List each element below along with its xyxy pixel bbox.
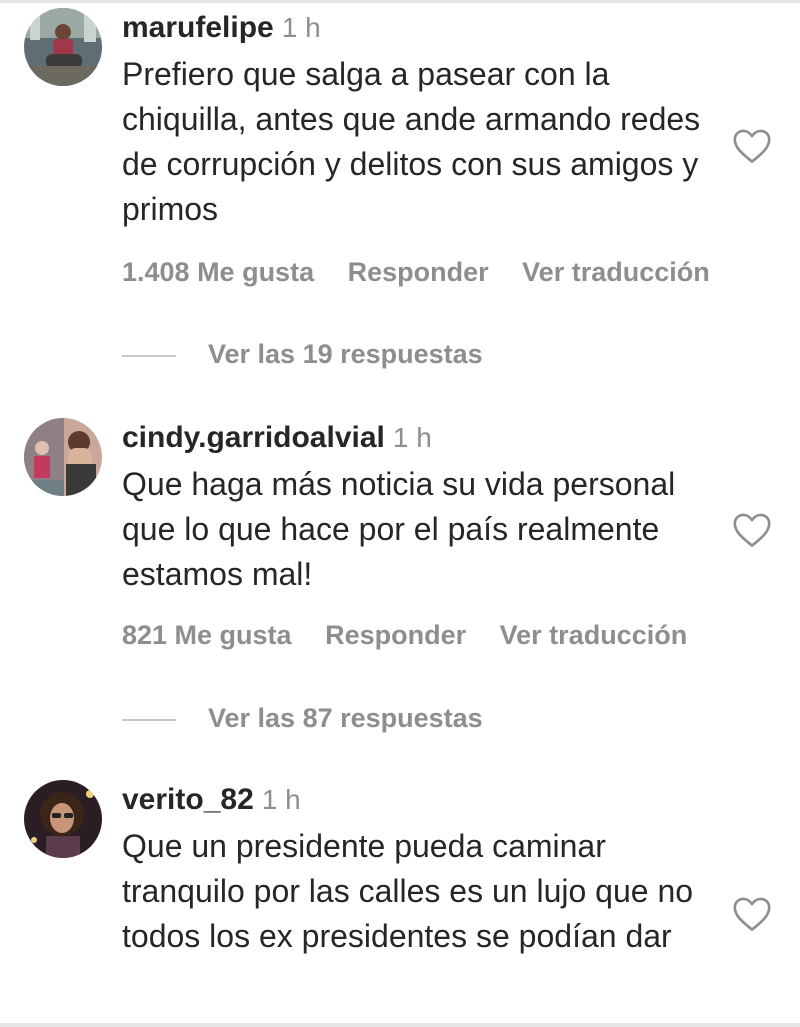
heart-outline-icon[interactable]: [732, 128, 772, 164]
avatar-photo-icon: [24, 418, 102, 496]
avatar-photo-icon: [24, 780, 102, 858]
likes-count[interactable]: 1.408 Me gusta: [122, 257, 314, 287]
replies-divider: [122, 718, 176, 721]
username[interactable]: marufelipe: [122, 11, 274, 44]
likes-count[interactable]: 821 Me gusta: [122, 620, 292, 650]
bottom-divider: [0, 1023, 800, 1027]
comment-text: Prefiero que salga a pasear con la chiqu…: [122, 56, 701, 227]
reply-button[interactable]: Responder: [348, 257, 489, 287]
avatar[interactable]: [24, 780, 102, 858]
translate-button[interactable]: Ver traducción: [500, 620, 688, 650]
comment-text: Que un presidente pueda caminar tranquil…: [122, 828, 694, 954]
top-divider: [0, 0, 800, 3]
replies-divider: [122, 354, 176, 357]
timestamp[interactable]: 1 h: [262, 784, 301, 815]
avatar-photo-icon: [24, 8, 102, 86]
comment-header: marufelipe 1 h: [122, 8, 321, 53]
timestamp[interactable]: 1 h: [282, 12, 321, 43]
reply-button[interactable]: Responder: [325, 620, 466, 650]
view-replies-label: Ver las 19 respuestas: [208, 339, 483, 369]
username[interactable]: cindy.garridoalvial: [122, 421, 385, 454]
avatar[interactable]: [24, 418, 102, 496]
comment-header: verito_82 1 h: [122, 780, 301, 825]
comment-actions: 821 Me gusta Responder Ver traducción: [122, 617, 713, 653]
comment-header: cindy.garridoalvial 1 h: [122, 418, 432, 463]
heart-outline-icon[interactable]: [732, 512, 772, 548]
comment-actions: 1.408 Me gusta Responder Ver traducción: [122, 254, 736, 290]
timestamp[interactable]: 1 h: [393, 422, 432, 453]
comment-text: Que haga más noticia su vida personal qu…: [122, 466, 676, 592]
heart-outline-icon[interactable]: [732, 896, 772, 932]
avatar[interactable]: [24, 8, 102, 86]
view-replies-button[interactable]: Ver las 19 respuestas: [122, 336, 682, 372]
translate-button[interactable]: Ver traducción: [522, 257, 710, 287]
view-replies-button[interactable]: Ver las 87 respuestas: [122, 700, 682, 736]
username[interactable]: verito_82: [122, 783, 254, 816]
view-replies-label: Ver las 87 respuestas: [208, 703, 483, 733]
